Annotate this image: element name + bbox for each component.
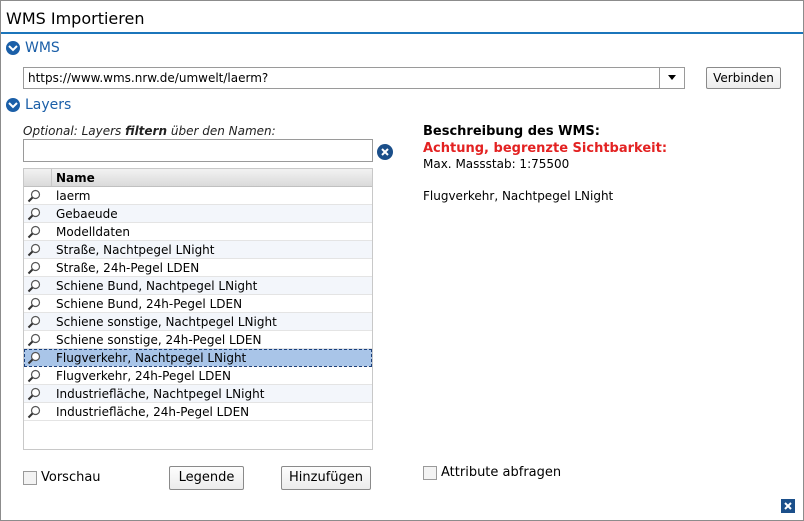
layer-name: Flugverkehr, Nachtpegel LNight (56, 351, 247, 365)
add-button[interactable]: Hinzufügen (281, 466, 371, 490)
wms-import-dialog: WMS Importieren WMS https://www.wms.nrw.… (0, 0, 804, 521)
layer-row[interactable]: Straße, 24h-Pegel LDEN (24, 259, 372, 277)
max-scale-text: Max. Massstab: 1:75500 (423, 157, 570, 171)
description-title: Beschreibung des WMS: (423, 124, 600, 139)
magnifier-icon[interactable] (27, 297, 41, 314)
magnifier-icon[interactable] (27, 405, 41, 422)
layer-name: Flugverkehr, 24h-Pegel LDEN (56, 369, 231, 383)
magnifier-icon[interactable] (27, 351, 41, 368)
layer-row[interactable]: Industriefläche, Nachtpegel LNight (24, 385, 372, 403)
chevron-down-icon (6, 98, 20, 112)
layer-row[interactable]: Schiene sonstige, Nachtpegel LNight (24, 313, 372, 331)
query-attributes-checkbox[interactable] (423, 466, 437, 480)
close-icon[interactable] (781, 499, 795, 513)
layer-rows: laerm Gebaeude Modelldaten Straße, Nachtpeg… (24, 187, 372, 421)
layer-row[interactable]: Flugverkehr, 24h-Pegel LDEN (24, 367, 372, 385)
layer-row[interactable]: Gebaeude (24, 205, 372, 223)
layer-row[interactable]: Flugverkehr, Nachtpegel LNight (24, 349, 372, 367)
selected-layer-description: Flugverkehr, Nachtpegel LNight (423, 189, 614, 203)
clear-filter-icon[interactable] (377, 144, 393, 160)
layer-name: Schiene sonstige, Nachtpegel LNight (56, 315, 277, 329)
filter-label: Optional: Layers filtern über den Namen: (23, 124, 276, 138)
url-dropdown-button[interactable] (659, 68, 684, 88)
preview-label: Vorschau (41, 470, 101, 485)
preview-checkbox[interactable] (23, 471, 37, 485)
dialog-title: WMS Importieren (6, 9, 145, 28)
legend-button[interactable]: Legende (169, 466, 244, 490)
layers-section-header[interactable]: Layers (6, 96, 71, 114)
magnifier-icon[interactable] (27, 207, 41, 224)
layer-row[interactable]: Modelldaten (24, 223, 372, 241)
magnifier-icon[interactable] (27, 315, 41, 332)
visibility-warning: Achtung, begrenzte Sichtbarkeit: (423, 141, 668, 156)
layer-name: Straße, 24h-Pegel LDEN (56, 261, 200, 275)
layer-row[interactable]: Straße, Nachtpegel LNight (24, 241, 372, 259)
magnifier-icon[interactable] (27, 261, 41, 278)
layer-row[interactable]: Schiene Bund, 24h-Pegel LDEN (24, 295, 372, 313)
layer-row[interactable]: Schiene sonstige, 24h-Pegel LDEN (24, 331, 372, 349)
magnifier-icon[interactable] (27, 279, 41, 296)
magnifier-icon[interactable] (27, 387, 41, 404)
magnifier-icon[interactable] (27, 243, 41, 260)
magnifier-icon[interactable] (27, 225, 41, 242)
layer-name: Gebaeude (56, 207, 118, 221)
magnifier-icon[interactable] (27, 333, 41, 350)
chevron-down-icon (6, 41, 20, 55)
magnifier-icon[interactable] (27, 369, 41, 386)
title-bar: WMS Importieren (1, 1, 803, 34)
layer-name: Schiene sonstige, 24h-Pegel LDEN (56, 333, 262, 347)
icon-column-header (24, 169, 52, 186)
wms-section-label: WMS (25, 40, 60, 56)
layers-section-label: Layers (25, 97, 72, 113)
wms-url-value[interactable]: https://www.wms.nrw.de/umwelt/laerm? (28, 71, 268, 85)
layer-row[interactable]: laerm (24, 187, 372, 205)
magnifier-icon[interactable] (27, 189, 41, 206)
query-attributes-label: Attribute abfragen (441, 465, 562, 480)
layers-grid: Name laerm Gebaeude Modelldaten Straße, Nac… (23, 168, 373, 450)
layer-row[interactable]: Industriefläche, 24h-Pegel LDEN (24, 403, 372, 421)
layer-row[interactable]: Schiene Bund, Nachtpegel LNight (24, 277, 372, 295)
layer-name: laerm (56, 189, 91, 203)
connect-button[interactable]: Verbinden (706, 67, 781, 89)
wms-section-header[interactable]: WMS (6, 39, 60, 57)
layer-name: Schiene Bund, Nachtpegel LNight (56, 279, 258, 293)
wms-url-combobox[interactable]: https://www.wms.nrw.de/umwelt/laerm? (23, 67, 685, 89)
dropdown-arrow-icon (668, 75, 676, 80)
name-column-header[interactable]: Name (56, 171, 95, 185)
layer-name: Schiene Bund, 24h-Pegel LDEN (56, 297, 243, 311)
layer-name: Straße, Nachtpegel LNight (56, 243, 215, 257)
layer-name: Industriefläche, 24h-Pegel LDEN (56, 405, 250, 419)
layer-name: Industriefläche, Nachtpegel LNight (56, 387, 265, 401)
layer-name: Modelldaten (56, 225, 131, 239)
layer-filter-input[interactable] (23, 139, 373, 162)
grid-header: Name (24, 169, 372, 187)
